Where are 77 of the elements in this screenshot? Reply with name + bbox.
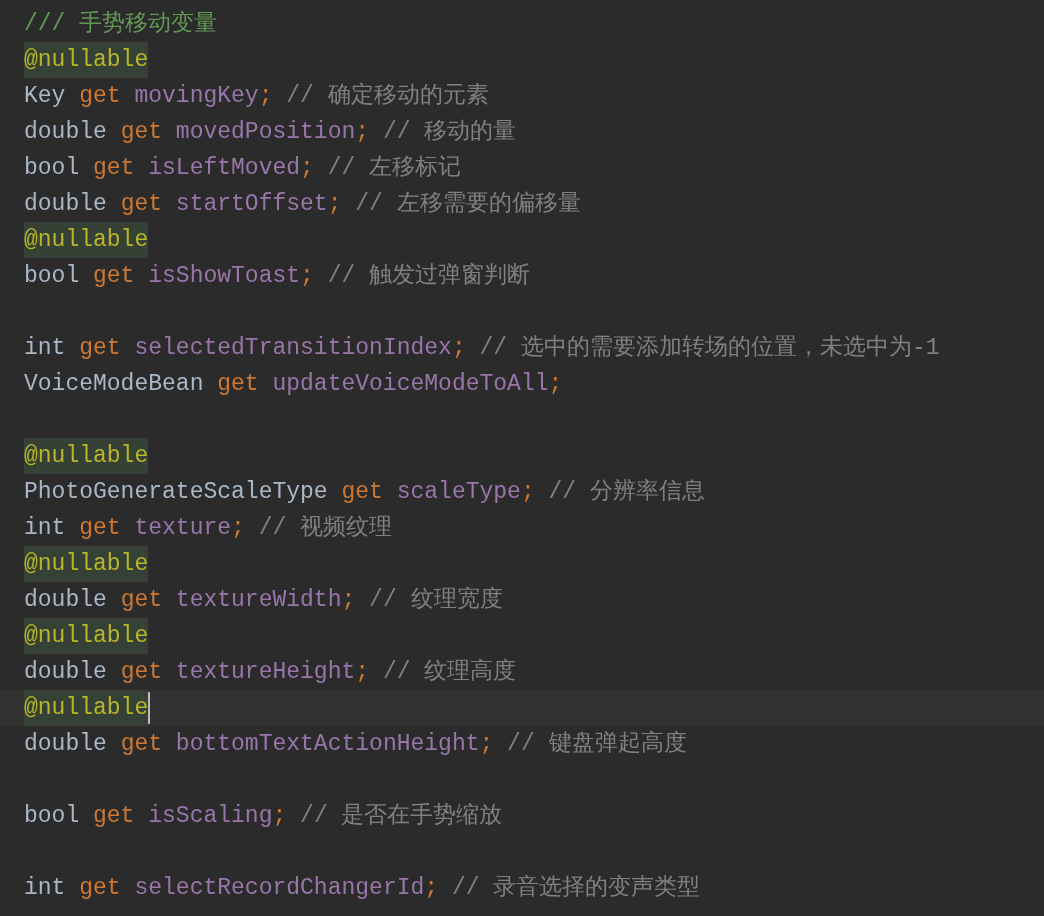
keyword: get	[79, 82, 121, 111]
type-name: int	[24, 874, 66, 903]
getter-name: movingKey	[134, 82, 259, 111]
comment: // 移动的量	[382, 118, 517, 147]
annotation: @nullable	[24, 618, 149, 654]
comment: // 是否在手势缩放	[300, 801, 503, 831]
annotation: @nullable	[24, 222, 149, 258]
type-name: int	[24, 334, 66, 363]
type-name: bool	[24, 154, 80, 183]
semicolon: ;	[258, 82, 273, 111]
type-name: bool	[24, 262, 80, 291]
type-name: double	[24, 730, 107, 759]
type-name: bool	[24, 802, 80, 831]
doc-comment: /// 手势移动变量	[24, 9, 218, 39]
getter-name: texture	[134, 514, 232, 543]
getter-name: updateVoiceModeToAll	[272, 370, 549, 399]
annotation: @nullable	[24, 42, 149, 78]
comment: // 视频纹理	[258, 514, 393, 543]
semicolon: ;	[300, 262, 314, 291]
keyword: get	[79, 874, 121, 903]
comment: // 键盘弹起高度	[507, 729, 687, 759]
annotation: @nullable	[24, 438, 149, 474]
semicolon: ;	[231, 514, 245, 543]
type-name: double	[24, 658, 107, 687]
keyword: get	[120, 730, 163, 759]
type-name: PhotoGenerateScaleType	[24, 478, 328, 507]
keyword: get	[93, 154, 135, 183]
getter-name: bottomTextActionHeight	[175, 730, 480, 759]
semicolon: ;	[451, 334, 466, 363]
semicolon: ;	[272, 802, 287, 831]
getter-name: isShowToast	[148, 262, 301, 291]
keyword: get	[79, 514, 121, 543]
comment: // 左移需要的偏移量	[355, 190, 581, 219]
getter-name: movedPosition	[175, 118, 356, 147]
annotation: @nullable	[24, 690, 149, 726]
keyword: get	[120, 658, 163, 687]
semicolon: ;	[520, 478, 535, 507]
keyword: get	[93, 802, 135, 831]
keyword: get	[120, 190, 163, 219]
getter-name: selectedTransitionIndex	[134, 334, 452, 363]
getter-name: textureWidth	[175, 586, 342, 615]
semicolon: ;	[327, 190, 342, 219]
getter-name: selectRecordChangerId	[134, 874, 425, 903]
comment: // 左移标记	[327, 154, 462, 183]
comment: // 确定移动的元素	[286, 82, 489, 111]
getter-name: scaleType	[396, 478, 521, 507]
semicolon: ;	[355, 118, 370, 147]
comment: // 选中的需要添加转场的位置，未选中为-1	[479, 334, 940, 363]
keyword: get	[93, 262, 135, 291]
semicolon: ;	[424, 874, 439, 903]
type-name: double	[24, 586, 107, 615]
type-name: Key	[24, 82, 66, 111]
keyword: get	[79, 334, 121, 363]
comment: // 纹理宽度	[369, 585, 503, 615]
type-name: double	[24, 190, 107, 219]
getter-name: textureHeight	[175, 658, 356, 687]
comment: // 纹理高度	[382, 657, 517, 687]
keyword: get	[120, 118, 163, 147]
semicolon: ;	[300, 154, 314, 183]
comment: // 录音选择的变声类型	[451, 873, 701, 903]
text-cursor	[148, 692, 151, 724]
getter-name: startOffset	[175, 190, 328, 219]
getter-name: isLeftMoved	[148, 154, 301, 183]
annotation: @nullable	[24, 546, 149, 582]
type-name: VoiceModeBean	[24, 370, 204, 399]
comment: // 触发过弹窗判断	[327, 261, 531, 291]
keyword: get	[217, 370, 259, 399]
semicolon: ;	[479, 730, 494, 759]
semicolon: ;	[355, 658, 370, 687]
semicolon: ;	[341, 586, 356, 615]
getter-name: isScaling	[148, 802, 273, 831]
type-name: int	[24, 514, 66, 543]
semicolon: ;	[548, 370, 563, 399]
comment: // 分辨率信息	[548, 478, 705, 507]
type-name: double	[24, 118, 107, 147]
keyword: get	[341, 478, 383, 507]
keyword: get	[120, 586, 163, 615]
